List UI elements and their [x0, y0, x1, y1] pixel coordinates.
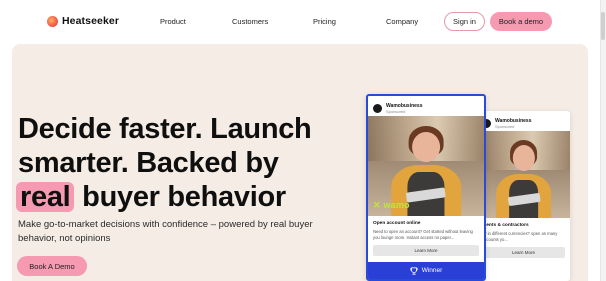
ad-card-header: Wamobusiness Sponsored	[368, 96, 484, 116]
advertiser-info: Wamobusiness Sponsored	[495, 118, 532, 129]
ad-preview-card-secondary: Wamobusiness Sponsored ments & contracto…	[477, 111, 570, 281]
advertiser-name: Wamobusiness	[386, 102, 423, 109]
ad-photo	[477, 131, 570, 218]
nav-link-pricing[interactable]: Pricing	[313, 17, 336, 26]
advertiser-sub: Sponsored	[386, 108, 406, 114]
wamo-logo-text: wamo	[383, 200, 410, 210]
nav-link-company[interactable]: Company	[386, 17, 418, 26]
page-scrollbar[interactable]	[600, 0, 606, 281]
ad-photo: ✕ wamo	[368, 116, 484, 216]
headline-line-3: real buyer behavior	[16, 180, 311, 214]
advertiser-name: Wamobusiness	[495, 117, 532, 124]
headline-line-2: smarter. Backed by	[18, 147, 279, 179]
ad-title: ments & contractors	[482, 223, 529, 228]
hero-book-demo-button[interactable]: Book A Demo	[17, 256, 87, 276]
headline-line-1: Decide faster. Launch	[18, 113, 312, 145]
ad-card-body: ments & contractors ay in different curr…	[477, 218, 570, 263]
top-navigation: Heatseeker Product Customers Pricing Com…	[0, 0, 606, 44]
book-demo-button[interactable]: Book a demo	[490, 12, 552, 31]
learn-more-button[interactable]: Learn More	[482, 247, 565, 258]
wamo-logo-glyph: ✕	[373, 200, 381, 210]
ad-card-body: Open account online Need to open an acco…	[368, 216, 484, 261]
nav-link-product[interactable]: Product	[160, 17, 186, 26]
hero-headline: Decide faster. Launch smarter. Backed by…	[16, 112, 312, 214]
ad-description: Need to open an account? Get started wit…	[373, 229, 473, 240]
ad-preview-card-winner: Wamobusiness Sponsored ✕ wamo Open accou…	[366, 94, 486, 281]
winner-label: Winner	[421, 267, 443, 274]
ad-card-header: Wamobusiness Sponsored	[477, 111, 570, 131]
winner-badge: Winner	[368, 262, 484, 279]
nav-link-customers[interactable]: Customers	[232, 17, 268, 26]
ad-title: Open account online	[373, 221, 421, 226]
brand-name: Heatseeker	[62, 15, 120, 27]
brand-logo[interactable]: Heatseeker	[47, 15, 119, 27]
learn-more-button[interactable]: Learn More	[373, 245, 479, 256]
advertiser-avatar	[373, 103, 382, 113]
person-face	[412, 132, 440, 162]
sign-in-button[interactable]: Sign in	[444, 12, 485, 31]
advertiser-sub: Sponsored	[495, 123, 515, 129]
headline-highlight: real	[16, 182, 75, 212]
advertiser-info: Wamobusiness Sponsored	[386, 103, 423, 114]
hero-subtext: Make go-to-market decisions with confide…	[18, 219, 313, 244]
ad-description: ay in different currencies? open as many…	[482, 231, 558, 242]
heatseeker-logo-icon	[47, 15, 58, 27]
scrollbar-thumb[interactable]	[601, 12, 605, 40]
wamo-logo: ✕ wamo	[373, 200, 410, 211]
trophy-icon	[410, 266, 418, 275]
headline-line-3-rest: buyer behavior	[74, 181, 286, 213]
